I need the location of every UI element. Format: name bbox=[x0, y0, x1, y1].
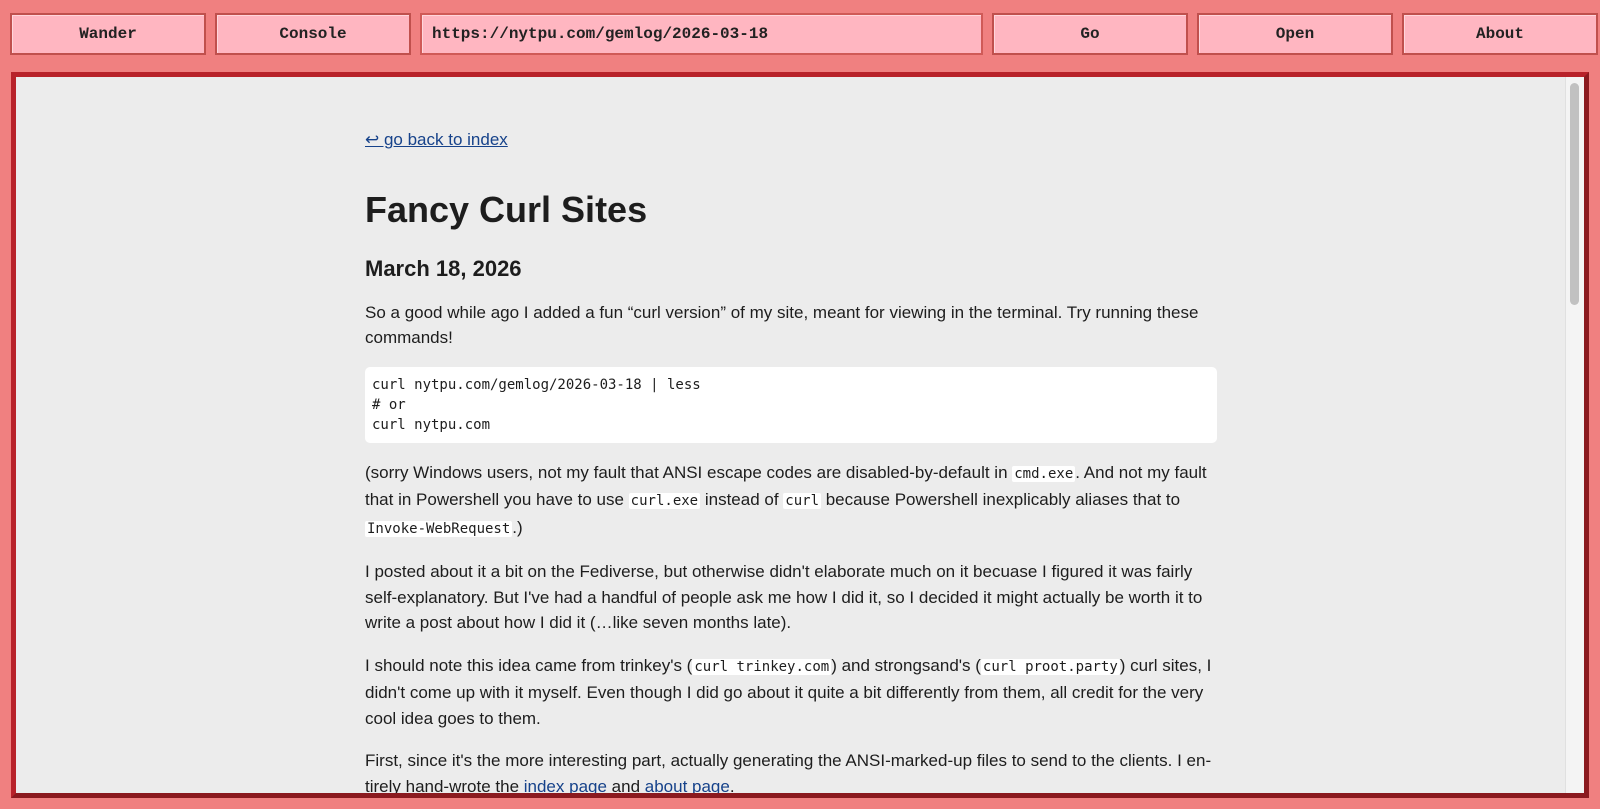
code-line: curl nytpu.com bbox=[372, 416, 491, 433]
inline-code: cmd.exe bbox=[1012, 465, 1076, 482]
text-run: .) bbox=[512, 517, 523, 537]
text-run: because Powershell inexplicably aliases … bbox=[821, 490, 1181, 509]
intro-paragraph: So a good while ago I added a fun “curl … bbox=[365, 302, 1199, 348]
url-input[interactable]: https://nytpu.com/gemlog/2026-03-18 bbox=[420, 13, 983, 55]
article: ↩ go back to index Fancy Curl Sites Marc… bbox=[365, 127, 1217, 796]
wander-button[interactable]: Wander bbox=[10, 13, 206, 55]
go-button[interactable]: Go bbox=[992, 13, 1188, 55]
about-button[interactable]: About bbox=[1402, 13, 1598, 55]
text-run: I should note this idea came from trinke… bbox=[365, 655, 693, 675]
credit-paragraph: I should note this idea came from trinke… bbox=[365, 653, 1217, 732]
vertical-scrollbar[interactable] bbox=[1565, 77, 1584, 793]
fediverse-paragraph: I posted about it a bit on the Fediverse… bbox=[365, 562, 1203, 632]
back-to-index-link[interactable]: ↩ go back to index bbox=[365, 127, 508, 153]
open-button[interactable]: Open bbox=[1197, 13, 1393, 55]
index-page-link[interactable]: index page bbox=[524, 777, 607, 794]
text-run: . bbox=[729, 776, 735, 796]
text-run: First, since it's the more interesting p… bbox=[365, 751, 1212, 796]
post-date: March 18, 2026 bbox=[365, 255, 522, 281]
code-line: curl nytpu.com/gemlog/2026-03-18 | less bbox=[372, 376, 701, 393]
console-button[interactable]: Console bbox=[215, 13, 411, 55]
text-run: and bbox=[606, 776, 645, 796]
inline-code: curl trinkey.com bbox=[692, 658, 832, 675]
generation-paragraph: First, since it's the more interesting p… bbox=[365, 748, 1217, 796]
inline-code: Invoke-WebRequest bbox=[365, 520, 513, 537]
text-run: (sorry Windows users, not my fault that … bbox=[365, 462, 1013, 482]
scrollbar-thumb[interactable] bbox=[1570, 83, 1579, 305]
code-line: # or bbox=[372, 396, 406, 413]
windows-note-paragraph: (sorry Windows users, not my fault that … bbox=[365, 460, 1217, 543]
inline-code: curl.exe bbox=[628, 493, 701, 509]
inline-code: curl proot.party bbox=[980, 658, 1120, 675]
inline-code: curl bbox=[783, 493, 821, 509]
about-page-link[interactable]: about page bbox=[645, 777, 730, 794]
page-title: Fancy Curl Sites bbox=[365, 188, 648, 230]
browser-toolbar: Wander Console https://nytpu.com/gemlog/… bbox=[10, 13, 1598, 55]
code-block: curl nytpu.com/gemlog/2026-03-18 | less … bbox=[365, 366, 1217, 443]
text-run: ) and strongsand's ( bbox=[831, 655, 981, 675]
page-viewport: ↩ go back to index Fancy Curl Sites Marc… bbox=[11, 72, 1589, 798]
text-run: instead of bbox=[700, 490, 784, 509]
